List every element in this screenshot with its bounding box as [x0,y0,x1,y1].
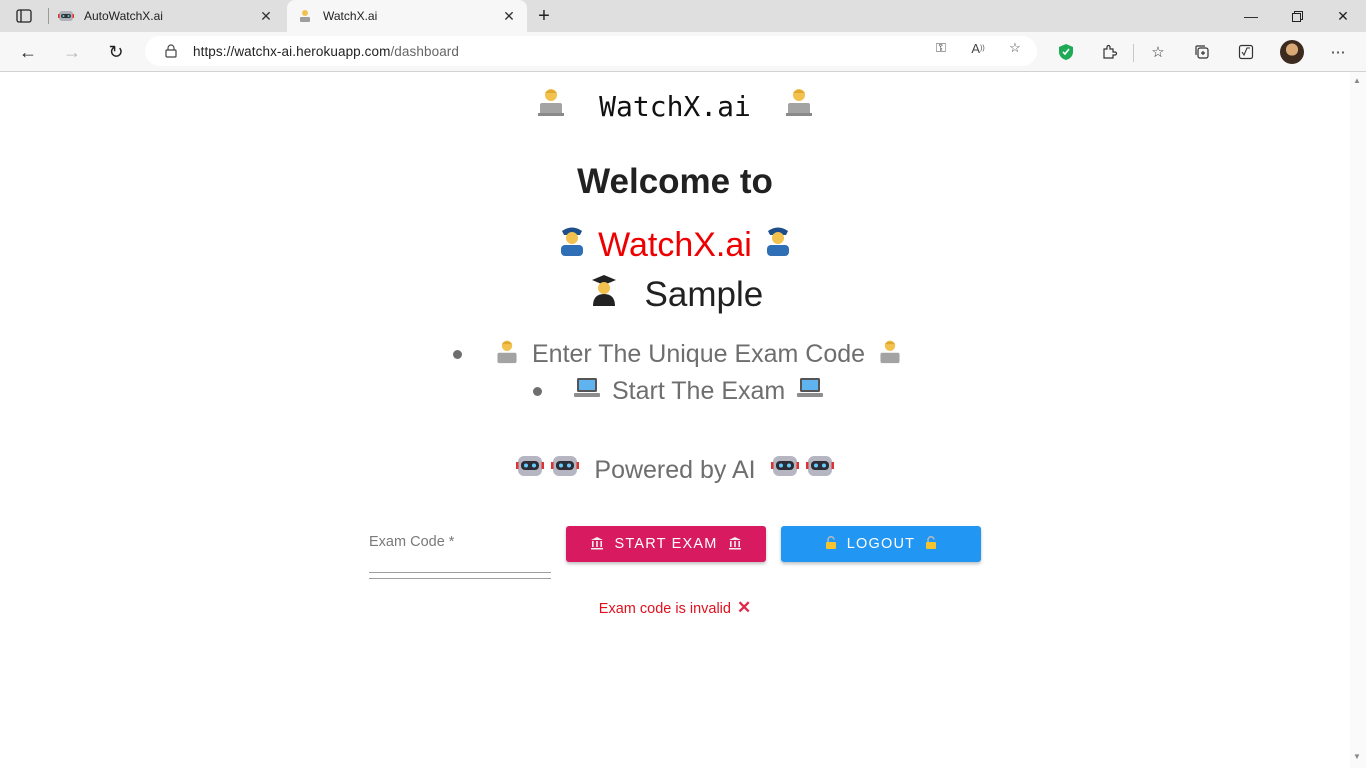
tab-autowatchx[interactable]: AutoWatchX.ai ✕ [48,0,284,32]
error-message: Exam code is invalid ✕ [0,598,1350,618]
cross-mark-icon: ✕ [736,598,752,617]
tab-title: AutoWatchX.ai [84,9,163,23]
user-name: Sample [644,275,764,314]
technologist-icon [494,338,520,370]
police-officer-icon [761,222,795,265]
user-name-heading: Sample [0,272,1350,315]
technologist-icon [536,86,566,123]
minimize-icon: — [1244,8,1258,24]
more-options-icon[interactable]: ⋯ [1327,41,1349,63]
powered-by-line: Powered by AI [0,452,1350,485]
instruction-item-1: Enter The Unique Exam Code [453,338,903,370]
laptop-icon [574,376,600,406]
logout-button[interactable]: LOGOUT [781,526,981,562]
start-exam-button[interactable]: START EXAM [566,526,766,562]
technologist-icon [297,8,313,24]
page-scrollbar[interactable] [1350,72,1366,768]
classical-building-icon [728,536,742,553]
police-officer-icon [555,222,589,265]
error-text: Exam code is invalid [598,601,731,617]
refresh-button[interactable]: ↻ [102,38,130,66]
robot-icon [551,452,580,484]
scroll-up-icon[interactable]: ▲ [1353,76,1361,85]
unlocked-icon [825,535,837,553]
restore-icon [1291,10,1303,22]
site-name: WatchX.ai [598,226,752,264]
browser-toolbar: ← → ↻ https://watchx-ai.herokuapp.com/da… [0,32,1366,72]
arrow-right-icon: → [63,41,81,62]
tab-bar: AutoWatchX.ai ✕ WatchX.ai ✕ + — ✕ [0,0,1366,32]
exam-code-underline [369,572,551,573]
instruction-text: Start The Exam [612,376,786,405]
robot-icon [58,8,74,24]
graduate-icon [587,272,621,315]
instruction-text: Enter The Unique Exam Code [532,339,866,368]
tab-watchx[interactable]: WatchX.ai ✕ [287,0,527,32]
powered-by-text: Powered by AI [594,456,756,484]
math-solver-icon[interactable] [1235,41,1257,63]
site-name-heading: WatchX.ai [0,222,1350,265]
start-exam-label: START EXAM [614,536,718,552]
arrow-left-icon: ← [19,41,37,62]
profile-avatar[interactable] [1280,40,1304,64]
collections-icon[interactable] [1191,41,1213,63]
welcome-heading: Welcome to [577,162,773,201]
bullet [533,386,542,396]
exam-code-underline [369,578,551,579]
refresh-icon: ↻ [108,41,124,62]
exam-code-field[interactable]: Exam Code * [369,534,551,582]
add-favorite-icon[interactable]: ☆ [1006,39,1024,57]
new-tab-button[interactable]: + [532,4,556,28]
page-viewport: WatchX.ai Welcome to WatchX.ai Sample En… [0,72,1350,768]
close-icon: ✕ [1337,7,1349,24]
address-bar[interactable]: https://watchx-ai.herokuapp.com/dashboar… [145,36,1037,66]
instruction-item-2: Start The Exam [533,376,824,406]
robot-icon [770,452,799,484]
logout-label: LOGOUT [846,536,916,552]
back-button[interactable]: ← [14,38,42,66]
exam-code-label: Exam Code * [369,534,455,550]
technologist-icon [877,338,903,370]
tab-actions-button[interactable] [12,6,36,26]
read-aloud-icon[interactable]: A)) [969,39,987,57]
laptop-icon [797,376,824,406]
robot-icon [805,452,834,484]
classical-building-icon [590,536,604,553]
scroll-down-icon[interactable]: ▼ [1353,752,1361,761]
close-tab-icon[interactable]: ✕ [497,4,521,28]
tab-actions-icon [16,9,32,23]
close-tab-icon[interactable]: ✕ [254,4,278,28]
toolbar-divider [1133,44,1134,62]
minimize-button[interactable]: — [1228,0,1274,32]
url-text: https://watchx-ai.herokuapp.com/dashboar… [193,43,460,59]
plus-icon: + [538,4,550,27]
lock-icon [163,44,179,58]
unlocked-icon [925,535,937,553]
extensions-icon[interactable] [1098,41,1120,63]
technologist-icon [784,86,814,123]
close-window-button[interactable]: ✕ [1320,0,1366,32]
forward-button[interactable]: → [58,38,86,66]
brand-header: WatchX.ai [0,86,1350,123]
shield-icon[interactable] [1055,41,1077,63]
restore-button[interactable] [1274,0,1320,32]
favorites-icon[interactable]: ☆ [1147,41,1169,63]
brand-title: WatchX.ai [599,90,751,123]
bullet [453,349,462,359]
key-icon[interactable]: ⚿ [932,39,950,57]
tab-title: WatchX.ai [323,9,378,23]
robot-icon [516,452,545,484]
